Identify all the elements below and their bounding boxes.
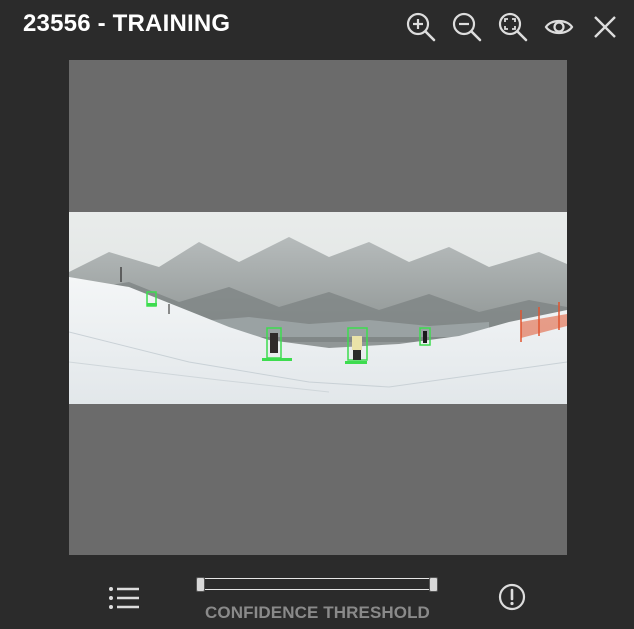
zoom-fit-icon <box>498 12 528 42</box>
toolbar <box>402 8 624 46</box>
alert-circle-icon <box>498 583 526 611</box>
slider-label: CONFIDENCE THRESHOLD <box>205 603 430 622</box>
close-icon <box>594 16 616 38</box>
list-icon <box>109 587 139 609</box>
ski-slope-image <box>69 212 567 404</box>
visibility-toggle-button[interactable] <box>540 8 578 46</box>
alert-button[interactable] <box>497 582 527 612</box>
slider-track[interactable] <box>196 578 437 590</box>
zoom-fit-button[interactable] <box>494 8 532 46</box>
slider-max-handle[interactable] <box>429 577 438 592</box>
confidence-threshold-slider[interactable] <box>196 577 439 593</box>
zoom-in-icon <box>406 12 436 42</box>
footer-bar: CONFIDENCE THRESHOLD <box>0 565 634 629</box>
list-button[interactable] <box>106 583 142 613</box>
zoom-in-button[interactable] <box>402 8 440 46</box>
eye-icon <box>544 19 574 35</box>
zoom-out-icon <box>452 12 482 42</box>
image-viewer[interactable] <box>69 60 567 555</box>
zoom-out-button[interactable] <box>448 8 486 46</box>
slider-min-handle[interactable] <box>196 577 205 592</box>
close-button[interactable] <box>586 8 624 46</box>
page-title: 23556 - TRAINING <box>23 10 231 37</box>
